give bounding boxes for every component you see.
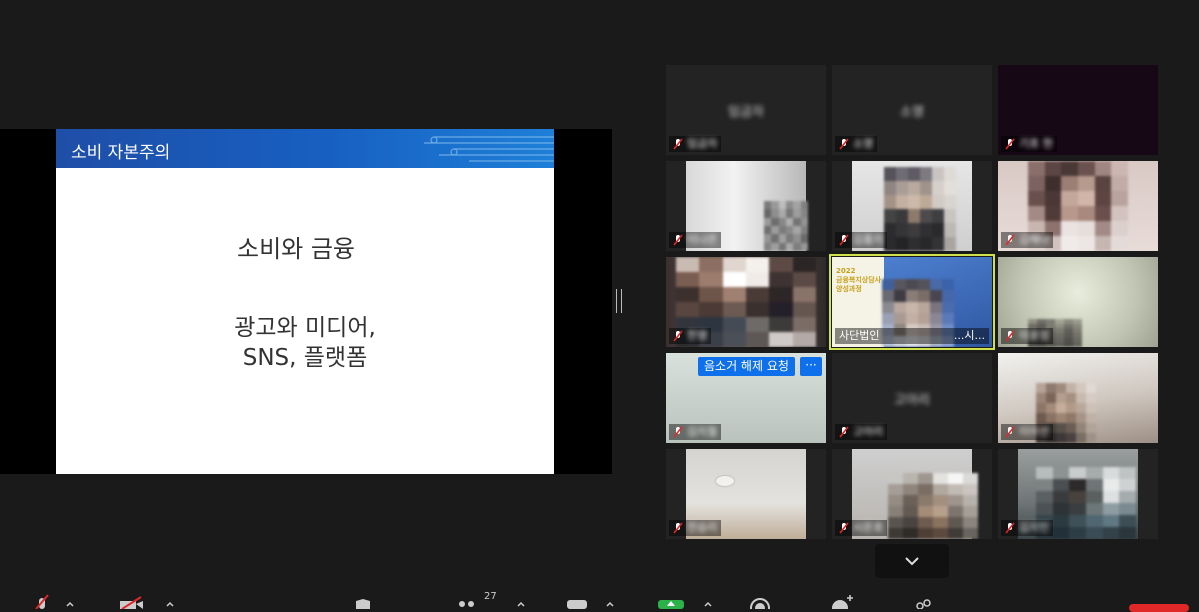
mic-muted-icon — [1005, 522, 1015, 534]
participant-tile-active-speaker[interactable]: 2022 금융복지상담사 양성과정 사단법인 ...시... — [832, 257, 992, 347]
split-divider-handle[interactable] — [616, 289, 622, 313]
participant-tile[interactable]: 시온호 — [832, 449, 992, 539]
mic-muted-icon — [673, 522, 683, 534]
mic-muted-icon — [673, 138, 683, 150]
participant-video-mosaic — [888, 473, 978, 539]
chevron-up-icon[interactable] — [703, 600, 713, 608]
participant-tile[interactable]: 한영 — [666, 257, 826, 347]
participant-name-label: 임금자 — [669, 136, 722, 152]
more-options-button[interactable]: ··· — [800, 357, 822, 376]
apps-icon[interactable] — [910, 592, 934, 609]
shared-screen: 소비 자본주의 소비와 금융 광고와 미디어, SNS, 플랫폼 — [0, 129, 612, 474]
mic-muted-icon — [1005, 330, 1015, 342]
video-off-icon[interactable] — [119, 592, 145, 609]
participant-name-label: 이윤정 — [1001, 328, 1054, 344]
mic-muted-icon — [839, 138, 849, 150]
slide-decoration-lines — [424, 136, 554, 162]
chevron-up-icon[interactable] — [65, 600, 75, 608]
participant-tile[interactable]: 임금자 임금자 — [666, 65, 826, 155]
participant-tile[interactable]: 전승리 — [666, 449, 826, 539]
participant-name-label: 김지철 — [669, 424, 722, 440]
participant-name-label: 김홍지 — [835, 232, 888, 248]
participant-name-label: 김해나 — [1001, 232, 1054, 248]
chat-icon[interactable] — [566, 592, 588, 609]
participant-name-label: 김지민 — [1001, 520, 1054, 536]
security-shield-icon[interactable] — [354, 592, 372, 609]
participants-count: 27 — [484, 591, 497, 602]
participant-name-label: 사단법인 ...시... — [835, 328, 989, 344]
slide-header: 소비 자본주의 — [56, 129, 554, 168]
mic-muted-icon — [1005, 234, 1015, 246]
participant-center-name: 임금자 — [728, 105, 764, 120]
participant-tile[interactable]: 이이선 — [998, 353, 1158, 443]
participant-name-label: 전승리 — [669, 520, 722, 536]
gallery-scroll-down-button[interactable] — [875, 544, 949, 578]
participant-tile[interactable]: 이윤정 — [998, 257, 1158, 347]
slide-subheading-line1: 광고와 미디어, — [234, 315, 376, 341]
participant-video-mosaic — [764, 201, 808, 251]
share-screen-icon[interactable] — [658, 592, 684, 609]
mic-muted-icon — [839, 234, 849, 246]
chevron-up-icon[interactable] — [516, 600, 526, 608]
chevron-up-icon[interactable] — [165, 600, 175, 608]
mic-muted-icon — [673, 426, 683, 438]
mic-muted-icon — [1005, 426, 1015, 438]
participant-video-mosaic — [884, 167, 956, 251]
slide-subheading: 광고와 미디어, SNS, 플랫폼 — [56, 313, 554, 373]
mic-muted-icon — [1005, 138, 1015, 150]
record-icon[interactable] — [748, 592, 772, 609]
mic-muted-icon[interactable] — [33, 592, 51, 609]
mic-muted-icon — [839, 522, 849, 534]
unmute-request-button[interactable]: 음소거 해제 요청 — [698, 357, 795, 376]
slide-subheading-line2: SNS, 플랫폼 — [242, 345, 368, 371]
participant-tile[interactable]: 김홍지 — [832, 161, 992, 251]
participant-center-name: 소영 — [900, 105, 924, 120]
participant-name-label: 이나은 — [669, 232, 722, 248]
participants-icon[interactable] — [456, 592, 478, 609]
participant-center-name: 고아리 — [894, 393, 930, 408]
participant-tile[interactable]: 소영 소영 — [832, 65, 992, 155]
chevron-up-icon[interactable] — [605, 600, 615, 608]
participant-tile[interactable]: 김해나 — [998, 161, 1158, 251]
slide: 소비 자본주의 소비와 금융 광고와 미디어, SNS, 플랫폼 — [56, 129, 554, 474]
participant-name-label: 고아리 — [835, 424, 888, 440]
participant-name-label: 기호 현 — [1001, 136, 1057, 152]
end-meeting-button[interactable] — [1129, 604, 1189, 612]
reactions-icon[interactable] — [830, 592, 854, 609]
mic-muted-icon — [839, 426, 849, 438]
mic-muted-icon — [673, 330, 683, 342]
participant-name-label: 소영 — [835, 136, 878, 152]
participant-tile[interactable]: 고아리 고아리 — [832, 353, 992, 443]
participant-tile[interactable]: 기호 현 — [998, 65, 1158, 155]
participant-name-label: 시온호 — [835, 520, 888, 536]
mic-muted-icon — [673, 234, 683, 246]
participant-name-label: 이이선 — [1001, 424, 1054, 440]
meeting-toolbar: 27 — [0, 591, 1199, 609]
slide-header-title: 소비 자본주의 — [71, 143, 171, 163]
ceiling-lamp — [716, 476, 734, 486]
slide-heading: 소비와 금융 — [236, 235, 356, 263]
participant-tile[interactable]: 김지민 — [998, 449, 1158, 539]
chevron-down-icon — [905, 557, 919, 566]
participant-name-label: 한영 — [669, 328, 712, 344]
participant-tile[interactable]: 이나은 — [666, 161, 826, 251]
